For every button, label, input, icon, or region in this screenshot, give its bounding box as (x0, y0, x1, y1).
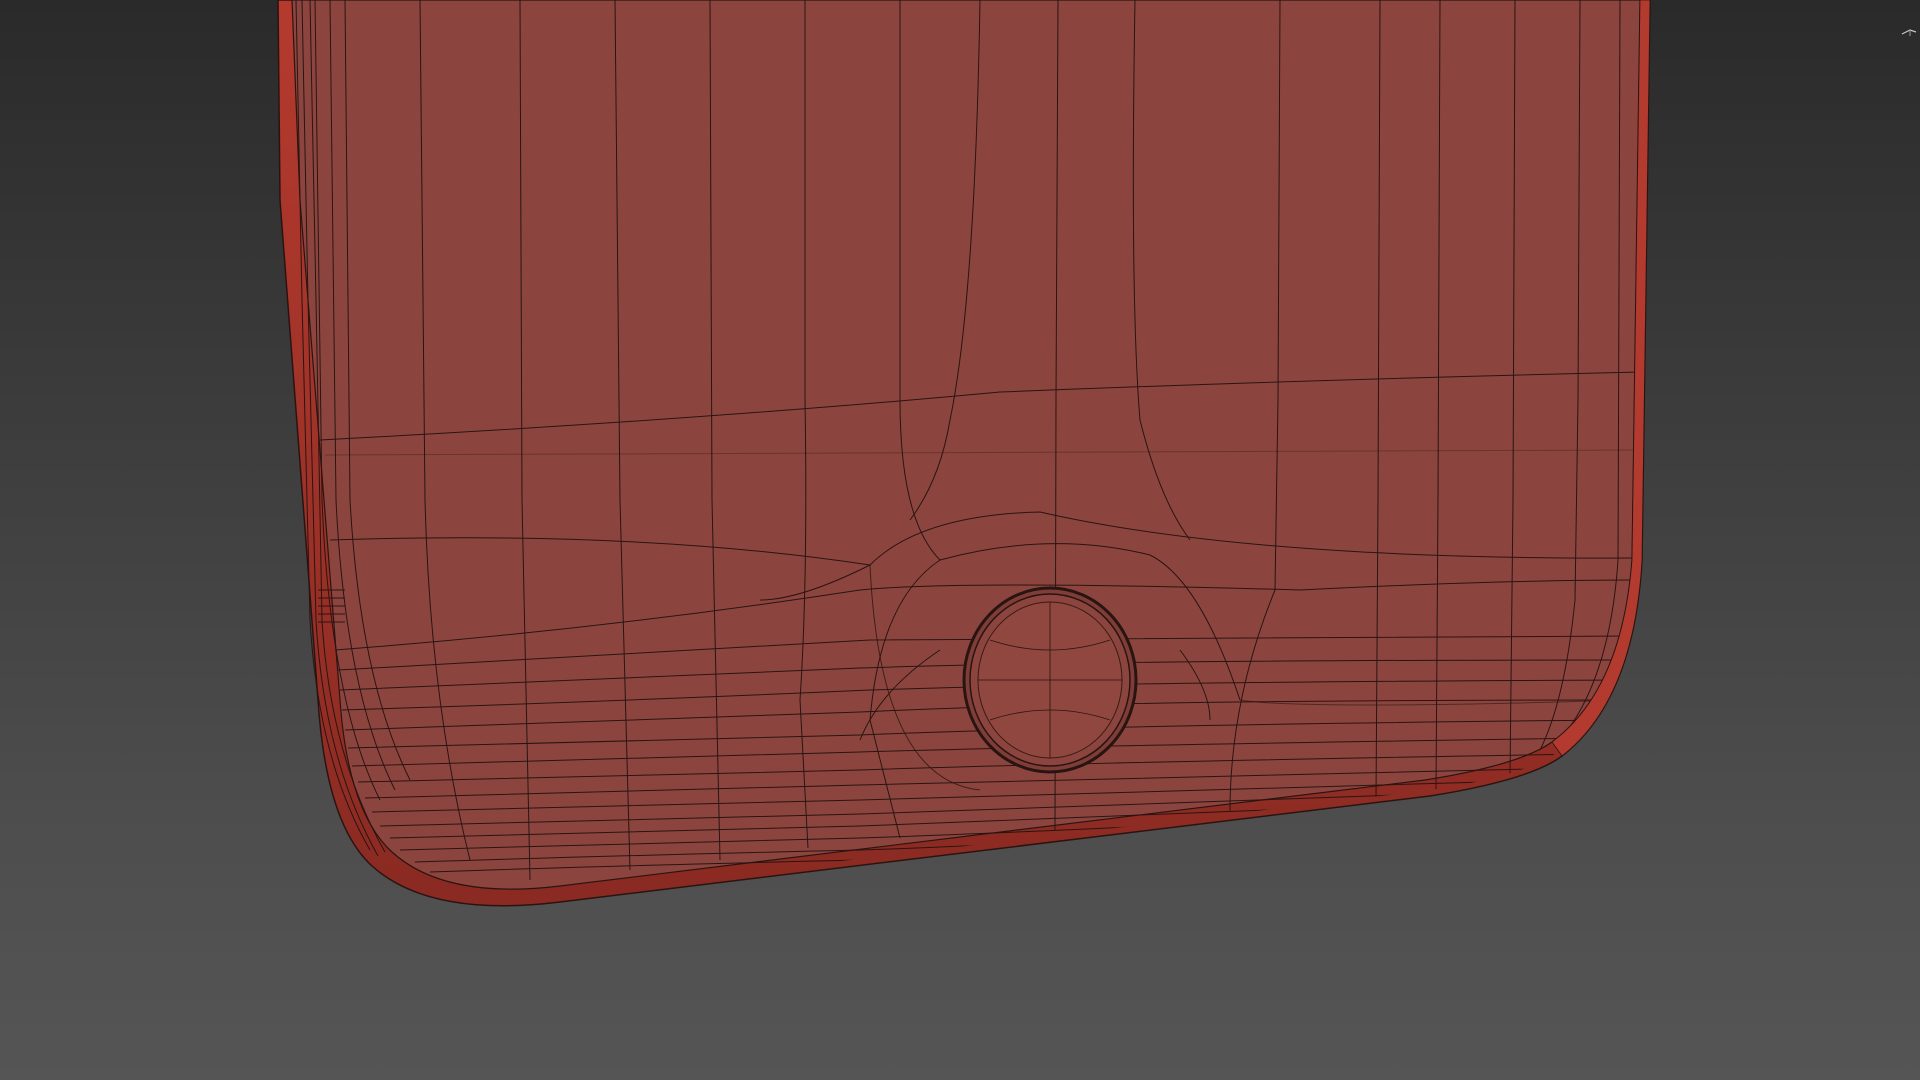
3d-viewport[interactable] (0, 0, 1920, 1080)
view-axis-gizmo-icon[interactable] (1900, 26, 1918, 38)
home-button[interactable] (962, 586, 1138, 774)
phone-mesh-wireframe[interactable] (0, 0, 1920, 1080)
